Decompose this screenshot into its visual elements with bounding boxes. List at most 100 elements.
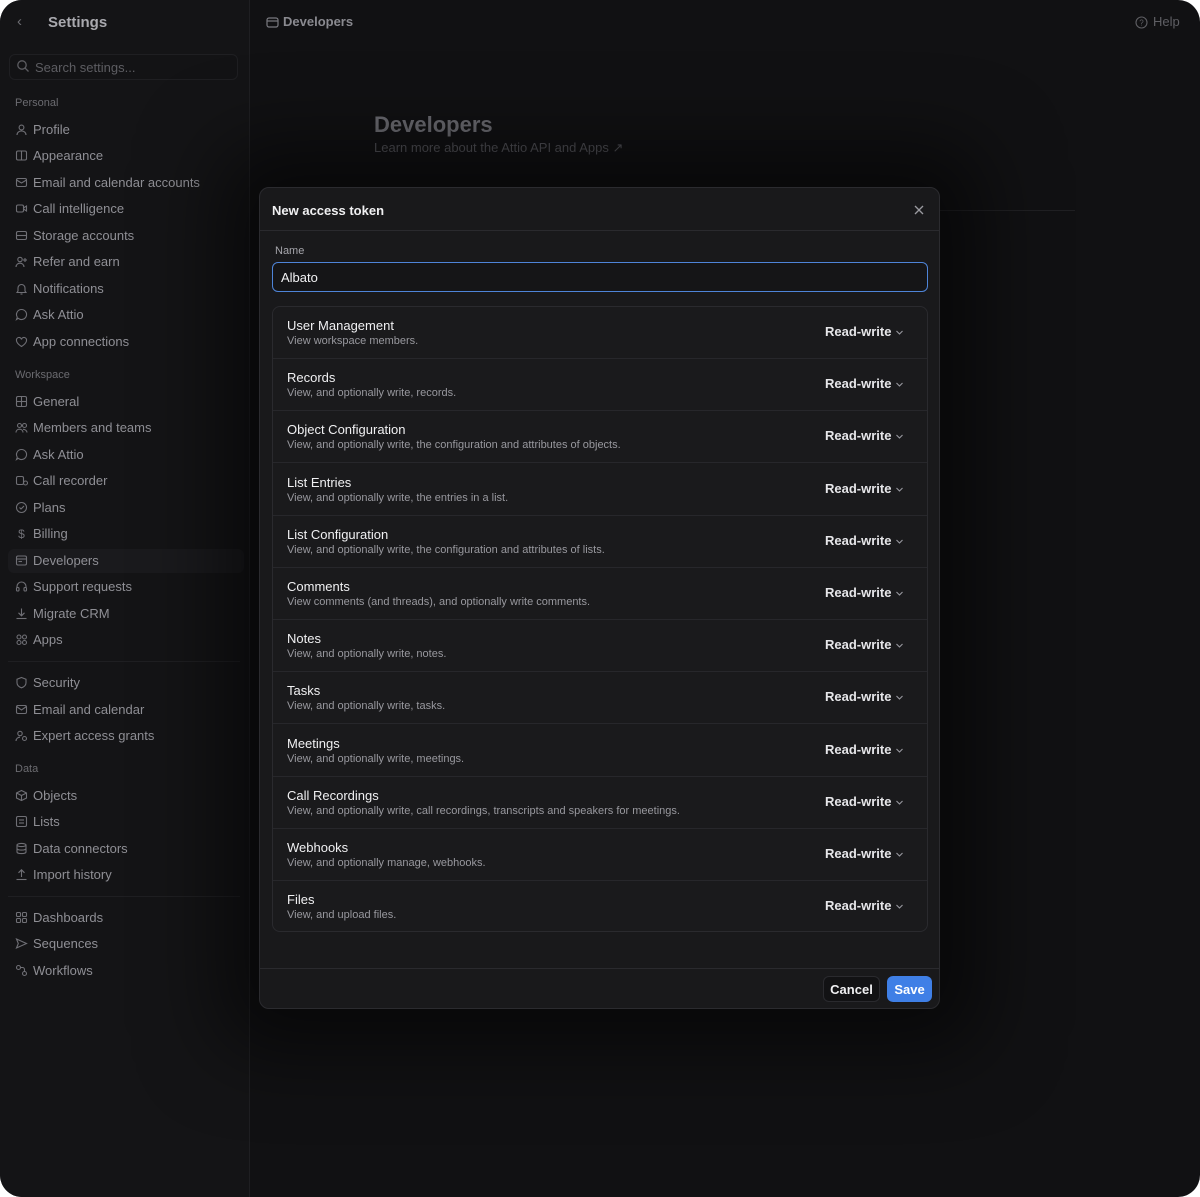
sidebar-item-members-and-teams[interactable]: Members and teams: [8, 416, 244, 440]
sidebar-item-label: Developers: [33, 552, 99, 568]
permission-row: Files View, and upload files. Read-write: [273, 881, 927, 933]
sidebar-item-app-connections[interactable]: App connections: [8, 330, 244, 354]
permission-level-select[interactable]: Read-write: [823, 376, 913, 394]
sidebar: ‹ Settings Search settings... Personal P…: [0, 0, 250, 1197]
apps-icon: [16, 634, 28, 646]
sidebar-item-label: Dashboards: [33, 909, 104, 925]
sidebar-item-email-and-calendar-accounts[interactable]: Email and calendar accounts: [8, 171, 244, 195]
sidebar-item-profile[interactable]: Profile: [8, 118, 244, 142]
search-icon: [17, 60, 29, 72]
sidebar-item-ask-attio[interactable]: Ask Attio: [8, 443, 244, 467]
save-button[interactable]: Save: [887, 976, 932, 1002]
sidebar-item-import-history[interactable]: Import history: [8, 863, 244, 887]
search-settings-input[interactable]: Search settings...: [9, 54, 238, 80]
page-subtitle-link[interactable]: Learn more about the Attio API and Apps …: [374, 140, 623, 156]
chevron-down-icon: [896, 852, 903, 857]
sidebar-item-call-intelligence[interactable]: Call intelligence: [8, 197, 244, 221]
sidebar-item-label: Email and calendar: [33, 701, 145, 717]
permission-level-select[interactable]: Read-write: [823, 742, 913, 760]
sidebar-item-dashboards[interactable]: Dashboards: [8, 906, 244, 930]
permission-level-select[interactable]: Read-write: [823, 637, 913, 655]
sidebar-item-notifications[interactable]: Notifications: [8, 277, 244, 301]
permission-level-select[interactable]: Read-write: [823, 324, 913, 342]
sidebar-item-billing[interactable]: $ Billing: [8, 522, 244, 546]
sidebar-item-apps[interactable]: Apps: [8, 628, 244, 652]
sidebar-item-developers[interactable]: Developers: [8, 548, 244, 573]
permission-row: Meetings View, and optionally write, meet…: [273, 725, 927, 777]
sidebar-item-label: Billing: [33, 526, 68, 541]
sidebar-item-workflows[interactable]: Workflows: [8, 959, 244, 983]
sidebar-item-lists[interactable]: Lists: [8, 810, 244, 834]
sidebar-item-refer-and-earn[interactable]: Refer and earn: [8, 250, 244, 274]
permission-level-value: Read-write: [825, 793, 892, 809]
permission-level-select[interactable]: Read-write: [823, 481, 913, 499]
sidebar-item-appearance[interactable]: Appearance: [8, 144, 244, 168]
sidebar-item-call-recorder[interactable]: Call recorder: [8, 469, 244, 493]
permission-level-select[interactable]: Read-write: [823, 689, 913, 707]
sidebar-item-label: Sequences: [33, 936, 99, 951]
permission-name: Records: [287, 370, 336, 386]
permission-level-value: Read-write: [825, 585, 892, 600]
chevron-down-icon: [896, 696, 903, 701]
permission-level-select[interactable]: Read-write: [823, 846, 913, 864]
sidebar-item-label: Lists: [33, 814, 60, 829]
sidebar-item-ask-attio[interactable]: Ask Attio: [8, 303, 244, 327]
sidebar-item-label: Storage accounts: [33, 227, 135, 243]
permission-description: View, and optionally write, the entries …: [287, 491, 509, 504]
permission-level-select[interactable]: Read-write: [823, 533, 913, 551]
sidebar-divider: [8, 661, 240, 662]
permission-name: User Management: [287, 318, 394, 333]
sidebar-item-general[interactable]: General: [8, 390, 244, 414]
cancel-button[interactable]: Cancel: [823, 976, 880, 1002]
sidebar-item-label: Plans: [33, 499, 66, 515]
users-icon: [15, 422, 28, 433]
permission-level-value: Read-write: [825, 846, 892, 861]
sidebar-item-data-connectors[interactable]: Data connectors: [8, 837, 244, 861]
chevron-down-icon: [896, 539, 903, 544]
permission-level-value: Read-write: [825, 428, 892, 444]
refer-icon: [15, 256, 27, 268]
permission-description: View, and optionally write, the configur…: [287, 439, 621, 452]
sidebar-item-label: Profile: [33, 121, 70, 137]
permission-level-select[interactable]: Read-write: [823, 428, 913, 446]
permission-description: View, and upload files.: [287, 909, 397, 922]
close-icon[interactable]: [911, 202, 927, 218]
chevron-down-icon: [896, 382, 903, 387]
sidebar-item-security[interactable]: Security: [8, 671, 244, 695]
sidebar-item-label: General: [33, 393, 80, 409]
sidebar-item-expert-access-grants[interactable]: Expert access grants: [8, 724, 244, 748]
permission-description: View, and optionally write, call recordi…: [287, 804, 680, 817]
permission-name: Notes: [287, 631, 321, 647]
permission-row: Object Configuration View, and optionally…: [273, 411, 927, 464]
shield-icon: [16, 676, 27, 689]
chevron-down-icon: [896, 487, 903, 492]
permission-description: View, and optionally write, the configur…: [287, 543, 605, 556]
permission-row: Call Recordings View, and optionally writ…: [273, 777, 927, 829]
user-icon: [16, 124, 27, 135]
permission-name: Webhooks: [287, 840, 349, 855]
sidebar-item-label: Refer and earn: [33, 254, 120, 269]
sidebar-item-label: Call recorder: [33, 473, 108, 488]
sidebar-item-plans[interactable]: Plans: [8, 496, 244, 520]
sidebar-item-support-requests[interactable]: Support requests: [8, 575, 244, 599]
permission-level-select[interactable]: Read-write: [823, 794, 913, 812]
chevron-down-icon: [896, 643, 903, 648]
permission-description: View, and optionally write, tasks.: [287, 700, 446, 713]
chat-icon: [15, 308, 28, 321]
sidebar-item-email-and-calendar[interactable]: Email and calendar: [8, 698, 244, 722]
upload-icon: [16, 869, 27, 881]
sidebar-item-label: Workflows: [33, 962, 93, 978]
sidebar-item-migrate-crm[interactable]: Migrate CRM: [8, 602, 244, 626]
sidebar-item-storage-accounts[interactable]: Storage accounts: [8, 224, 244, 248]
token-name-input[interactable]: [272, 262, 928, 292]
plans-icon: [15, 501, 28, 513]
breadcrumb-label: Developers: [283, 14, 354, 29]
permission-level-select[interactable]: Read-write: [823, 898, 913, 916]
list-icon: [15, 815, 28, 828]
developers-icon: [266, 17, 279, 28]
sidebar-item-label: Appearance: [33, 148, 104, 163]
permission-level-select[interactable]: Read-write: [823, 585, 913, 603]
sidebar-item-objects[interactable]: Objects: [8, 784, 244, 808]
back-chevron-icon[interactable]: ‹: [17, 13, 33, 31]
sidebar-item-sequences[interactable]: Sequences: [8, 932, 244, 956]
